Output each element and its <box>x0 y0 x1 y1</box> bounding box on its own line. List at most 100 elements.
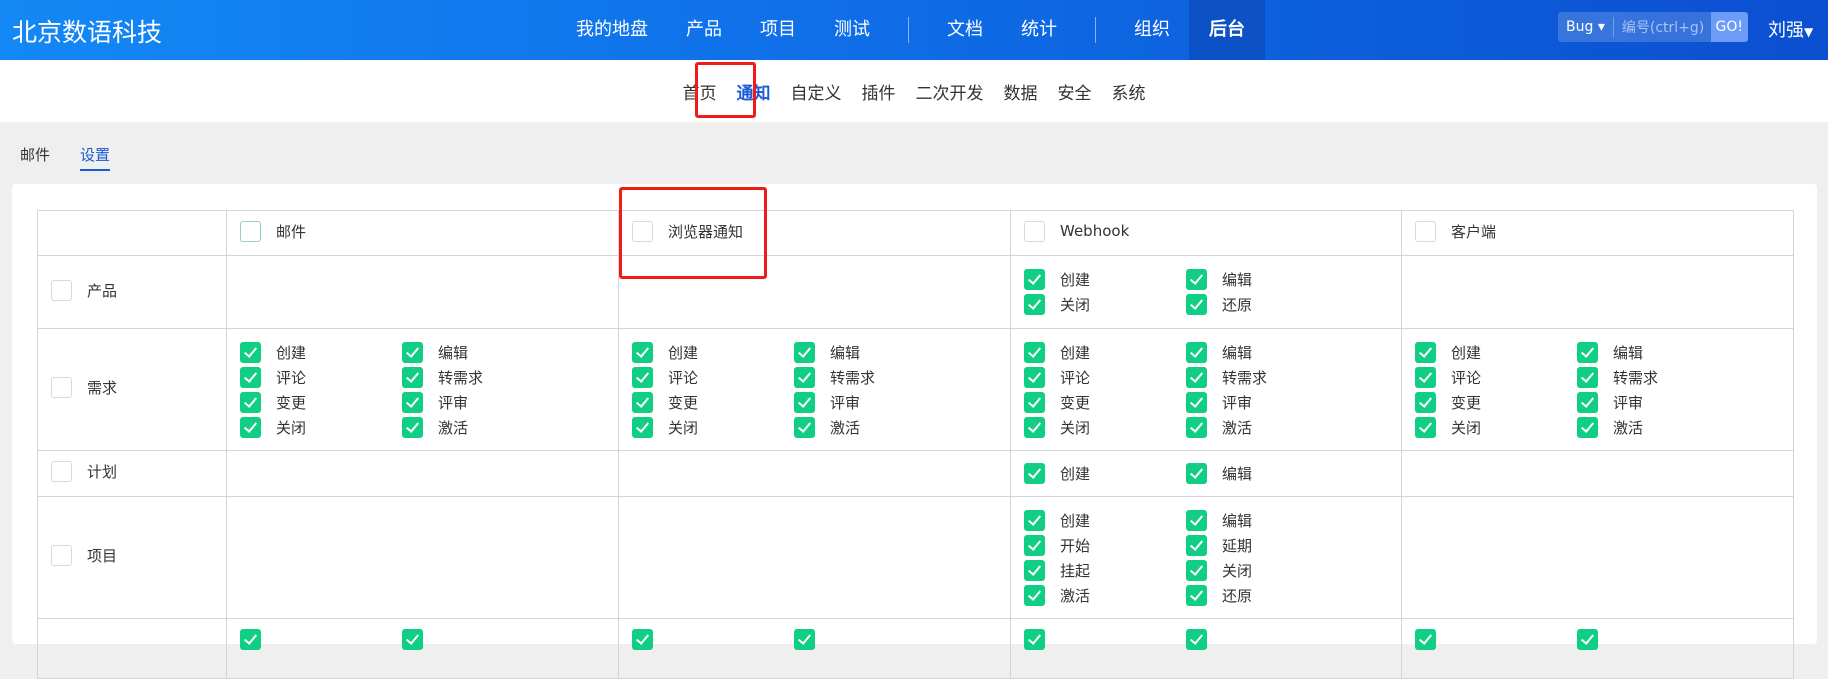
checkbox-checked[interactable] <box>1186 391 1207 413</box>
checkbox-checked[interactable] <box>1577 416 1598 438</box>
checkbox-checked[interactable] <box>240 341 261 363</box>
tab-settings[interactable]: 设置 <box>80 144 111 171</box>
checkbox[interactable] <box>51 279 72 301</box>
checkbox-checked[interactable] <box>1415 341 1436 363</box>
checkbox-checked[interactable] <box>1024 463 1045 484</box>
company-logo[interactable]: 北京数语科技 <box>12 13 162 49</box>
action-option[interactable]: 创建 <box>1024 509 1186 531</box>
checkbox-checked[interactable] <box>402 629 423 650</box>
nav-org[interactable]: 组织 <box>1115 0 1189 60</box>
checkbox-checked[interactable] <box>402 416 423 438</box>
checkbox-checked[interactable] <box>1415 366 1436 388</box>
action-option[interactable]: 还原 <box>1186 294 1348 315</box>
action-option[interactable]: 关闭 <box>1186 559 1348 581</box>
action-option[interactable]: 评审 <box>1577 391 1739 413</box>
row-toggle[interactable]: 项目 <box>38 545 117 566</box>
checkbox-checked[interactable] <box>1577 366 1598 388</box>
checkbox-checked[interactable] <box>1186 534 1207 556</box>
action-option[interactable]: 关闭 <box>1415 416 1577 438</box>
checkbox-checked[interactable] <box>1186 463 1207 484</box>
checkbox-checked[interactable] <box>1186 509 1207 531</box>
search-type-select[interactable]: Bug ▾ <box>1558 17 1614 37</box>
column-toggle[interactable]: 邮件 <box>227 220 306 242</box>
checkbox-checked[interactable] <box>1415 391 1436 413</box>
checkbox-checked[interactable] <box>794 341 815 363</box>
checkbox-checked[interactable] <box>1186 366 1207 388</box>
subnav-plugin[interactable]: 插件 <box>852 79 906 104</box>
action-option[interactable]: 激活 <box>402 416 564 438</box>
action-option[interactable]: 评论 <box>1024 366 1186 388</box>
checkbox-checked[interactable] <box>1186 629 1207 650</box>
action-option[interactable]: 编辑 <box>794 341 956 363</box>
action-option[interactable]: 编辑 <box>1186 509 1348 531</box>
action-option[interactable]: 转需求 <box>794 366 956 388</box>
checkbox-checked[interactable] <box>240 391 261 413</box>
checkbox-checked[interactable] <box>1415 629 1436 650</box>
action-option[interactable]: 创建 <box>1415 341 1577 363</box>
checkbox-checked[interactable] <box>1186 584 1207 606</box>
row-toggle[interactable]: 计划 <box>38 461 117 482</box>
action-option[interactable]: 评论 <box>632 366 794 388</box>
go-button[interactable]: GO! <box>1710 12 1748 42</box>
checkbox-checked[interactable] <box>1577 341 1598 363</box>
checkbox-checked[interactable] <box>1024 416 1045 438</box>
column-toggle[interactable]: Webhook <box>1011 220 1129 242</box>
action-option[interactable]: 激活 <box>794 416 956 438</box>
subnav-data[interactable]: 数据 <box>994 79 1048 104</box>
checkbox-checked[interactable] <box>794 391 815 413</box>
nav-admin[interactable]: 后台 <box>1189 0 1265 60</box>
action-option[interactable]: 编辑 <box>1186 341 1348 363</box>
checkbox-checked[interactable] <box>402 341 423 363</box>
subnav-custom[interactable]: 自定义 <box>781 79 852 104</box>
checkbox-checked[interactable] <box>240 416 261 438</box>
action-option[interactable]: 激活 <box>1024 584 1186 606</box>
checkbox-checked[interactable] <box>1024 629 1045 650</box>
checkbox-checked[interactable] <box>1186 559 1207 581</box>
action-option[interactable]: 创建 <box>1024 341 1186 363</box>
checkbox-checked[interactable] <box>794 416 815 438</box>
nav-project[interactable]: 项目 <box>741 0 815 60</box>
action-option[interactable]: 关闭 <box>1024 294 1186 315</box>
checkbox[interactable] <box>1024 220 1045 242</box>
action-option[interactable]: 变更 <box>1024 391 1186 413</box>
action-option[interactable]: 变更 <box>632 391 794 413</box>
checkbox-checked[interactable] <box>1024 534 1045 556</box>
checkbox-checked[interactable] <box>1024 294 1045 315</box>
checkbox-checked[interactable] <box>632 341 653 363</box>
subnav-system[interactable]: 系统 <box>1102 79 1156 104</box>
checkbox-checked[interactable] <box>632 416 653 438</box>
checkbox-checked[interactable] <box>1024 559 1045 581</box>
action-option[interactable]: 创建 <box>1024 269 1186 290</box>
subnav-security[interactable]: 安全 <box>1048 79 1102 104</box>
checkbox-checked[interactable] <box>1186 269 1207 290</box>
action-option[interactable]: 编辑 <box>402 341 564 363</box>
action-option[interactable]: 关闭 <box>240 416 402 438</box>
action-option[interactable]: 开始 <box>1024 534 1186 556</box>
action-option[interactable]: 编辑 <box>1186 463 1348 484</box>
nav-stats[interactable]: 统计 <box>1002 0 1076 60</box>
checkbox-checked[interactable] <box>1186 294 1207 315</box>
nav-test[interactable]: 测试 <box>815 0 889 60</box>
subnav-dev[interactable]: 二次开发 <box>906 79 994 104</box>
checkbox[interactable] <box>240 220 261 242</box>
checkbox[interactable] <box>1415 220 1436 242</box>
checkbox-checked[interactable] <box>1024 509 1045 531</box>
checkbox-checked[interactable] <box>794 629 815 650</box>
action-option[interactable]: 延期 <box>1186 534 1348 556</box>
action-option[interactable]: 编辑 <box>1577 341 1739 363</box>
action-option[interactable]: 还原 <box>1186 584 1348 606</box>
action-option[interactable]: 变更 <box>240 391 402 413</box>
checkbox-checked[interactable] <box>1024 341 1045 363</box>
action-option[interactable]: 评审 <box>402 391 564 413</box>
checkbox-checked[interactable] <box>1415 416 1436 438</box>
action-option[interactable]: 评审 <box>1186 391 1348 413</box>
checkbox-checked[interactable] <box>794 366 815 388</box>
column-toggle[interactable]: 客户端 <box>1402 220 1496 242</box>
action-option[interactable]: 评论 <box>1415 366 1577 388</box>
checkbox[interactable] <box>51 545 72 566</box>
action-option[interactable]: 转需求 <box>1577 366 1739 388</box>
action-option[interactable]: 转需求 <box>402 366 564 388</box>
action-option[interactable]: 评审 <box>794 391 956 413</box>
action-option[interactable]: 激活 <box>1577 416 1739 438</box>
row-toggle[interactable]: 需求 <box>38 377 117 398</box>
